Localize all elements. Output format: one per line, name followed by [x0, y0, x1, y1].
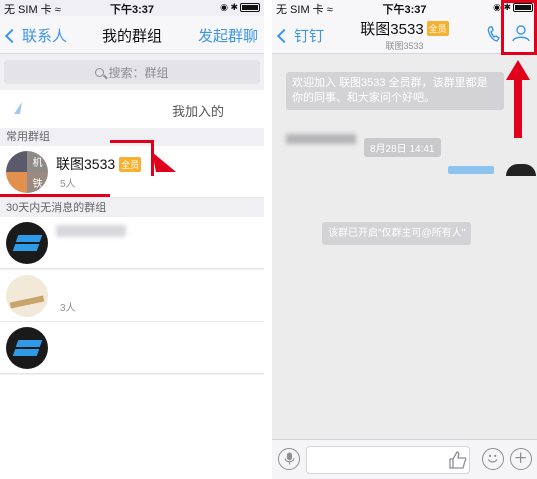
group-name-line: 联图3533 全员 — [56, 154, 142, 174]
search-input[interactable]: 搜索：群组 — [4, 60, 260, 84]
highlight-arrow — [506, 60, 530, 138]
search-icon — [95, 67, 105, 77]
welcome-message: 欢迎加入 联图3533 全员群，该群里都是你的同事、和大家问个好吧。 — [286, 72, 504, 110]
list-empty-area — [0, 375, 264, 479]
mic-icon[interactable] — [278, 448, 300, 470]
avatar-tile — [6, 172, 27, 193]
search-placeholder: 搜索：群组 — [108, 65, 169, 80]
avatar — [506, 164, 536, 176]
highlight-mark — [110, 140, 154, 143]
message-input[interactable] — [306, 446, 470, 474]
highlight-mark — [0, 194, 110, 197]
member-count: 3人 — [60, 303, 76, 314]
emoji-icon[interactable] — [482, 448, 504, 470]
highlight-box — [501, 0, 537, 55]
section-header-inactive: 30天内无消息的群组 — [0, 199, 264, 217]
all-staff-badge: 全员 — [119, 156, 142, 172]
battery-icon — [240, 3, 260, 13]
plus-icon[interactable] — [510, 448, 532, 470]
nav-bar: 钉钉 联图3533 全员 联图3533 — [272, 16, 537, 54]
message-time: 8月28日 14:41 — [364, 138, 441, 157]
status-bar: 无 SIM 卡 ≈ 下午3:37 ◉ ✱ — [0, 0, 264, 16]
group-list-screen: 无 SIM 卡 ≈ 下午3:37 ◉ ✱ 联系人 我的群组 发起群聊 搜索：群组… — [0, 0, 264, 479]
group-row[interactable]: 机 铁 联图3533 全员 5人 — [0, 146, 264, 198]
screen-divider — [264, 0, 272, 479]
joined-icon — [14, 102, 22, 114]
group-avatar — [6, 327, 48, 369]
group-row[interactable]: 3人 — [0, 270, 264, 322]
group-chat-screen: 无 SIM 卡 ≈ 下午3:37 ◉ ✱ 钉钉 联图3533 全员 联图3533… — [272, 0, 537, 479]
input-bar — [272, 439, 537, 479]
member-count: 5人 — [60, 179, 76, 190]
joined-groups-row[interactable]: 我加入的 — [0, 90, 264, 128]
group-name-blurred — [56, 225, 126, 237]
start-group-chat-button[interactable]: 发起群聊 — [198, 25, 258, 46]
highlight-arrow — [152, 152, 176, 172]
blurred-sender — [286, 134, 356, 144]
group-avatar — [6, 222, 48, 264]
joined-label: 我加入的 — [171, 104, 224, 119]
thumbs-up-icon[interactable] — [448, 450, 468, 470]
status-icons: ◉ ✱ — [220, 2, 260, 13]
group-avatar: 机 铁 — [6, 151, 48, 193]
status-bar: 无 SIM 卡 ≈ 下午3:37 ◉ ✱ — [272, 0, 537, 16]
group-avatar — [6, 275, 48, 317]
group-name-line — [56, 225, 130, 237]
outgoing-bubble — [448, 166, 494, 174]
section-header-common: 常用群组 — [0, 128, 264, 146]
avatar-tile: 铁 — [27, 172, 48, 193]
phone-icon[interactable] — [487, 25, 501, 43]
avatar-tile: 机 — [27, 151, 48, 172]
avatar-tile — [6, 151, 27, 172]
group-row[interactable] — [0, 217, 264, 269]
system-notice: 该群已开启"仅群主可@所有人" — [322, 222, 472, 245]
chat-title: 联图3533 — [360, 21, 424, 38]
all-staff-badge: 全员 — [426, 21, 449, 36]
nav-bar: 联系人 我的群组 发起群聊 — [0, 16, 264, 54]
group-row[interactable] — [0, 322, 264, 374]
group-name: 联图3533 — [56, 156, 116, 172]
